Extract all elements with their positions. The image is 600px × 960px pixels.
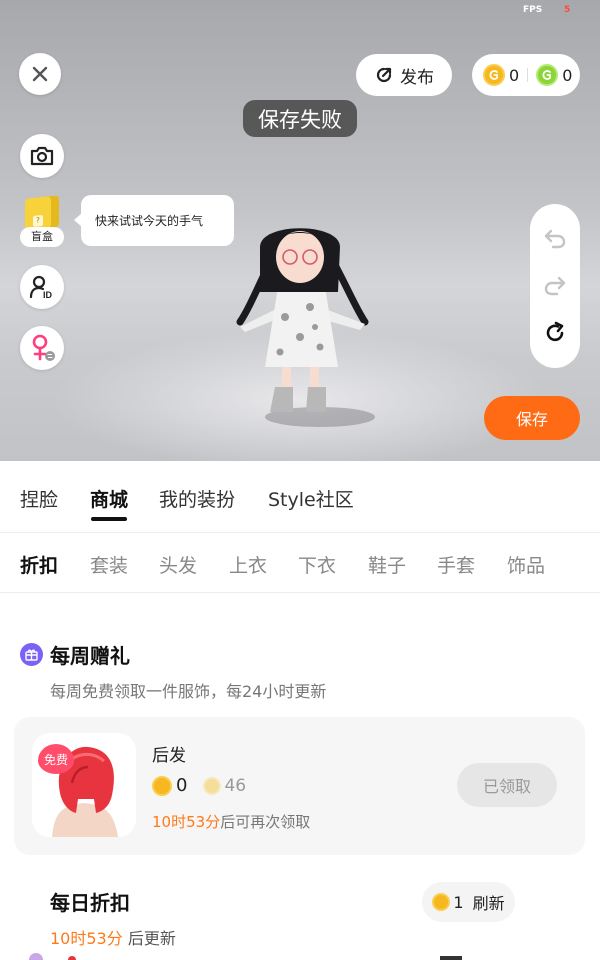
- mystery-box-button[interactable]: ? 盲盒: [20, 195, 66, 251]
- camera-icon: [30, 146, 54, 166]
- gold-coin-icon: [432, 893, 451, 911]
- refresh-cost: 1: [453, 892, 464, 912]
- avatar-model: [236, 228, 375, 427]
- avatar-id-button[interactable]: ID: [20, 265, 64, 309]
- tab-face[interactable]: 捏脸: [20, 485, 58, 512]
- tab-tops[interactable]: 上衣: [229, 551, 267, 578]
- item-thumbnail: 免费: [32, 733, 136, 837]
- item-preview-peek: [29, 953, 43, 960]
- daily-timer-value: 10时53分: [50, 929, 123, 948]
- svg-text:ID: ID: [43, 290, 53, 300]
- gift-icon: [20, 643, 43, 666]
- redo-icon[interactable]: [543, 274, 567, 296]
- tab-hair[interactable]: 头发: [159, 551, 197, 578]
- publish-button[interactable]: 发布: [356, 54, 452, 96]
- camera-button[interactable]: [20, 134, 64, 178]
- history-panel: [530, 204, 580, 368]
- fps-value: 5: [564, 5, 571, 15]
- tab-my-outfit[interactable]: 我的装扮: [159, 485, 235, 512]
- toast-message: 保存失败: [243, 100, 357, 137]
- publish-label: 发布: [400, 67, 434, 88]
- close-icon: [32, 66, 48, 82]
- green-coin-icon: [536, 64, 559, 86]
- mystery-box-label: 盲盒: [20, 227, 64, 247]
- free-badge: 免费: [38, 744, 74, 774]
- refresh-button[interactable]: 1 刷新: [422, 882, 515, 922]
- coin-divider: [527, 68, 529, 82]
- tab-style-community[interactable]: Style社区: [268, 485, 354, 512]
- mystery-box-icon: ?: [25, 195, 59, 231]
- avatar-stage[interactable]: FPS 5 发布 0 0 保存失败 ? 盲盒 快来试试今天的手气 ID 保存: [0, 0, 600, 461]
- daily-discount-title: 每日折扣: [50, 891, 130, 915]
- daily-discount-timer: 10时53分 后更新: [50, 925, 176, 949]
- green-coin-count: 0: [562, 65, 573, 85]
- undo-icon[interactable]: [543, 227, 567, 249]
- active-tab-indicator: [91, 517, 127, 521]
- save-button[interactable]: 保存: [484, 396, 580, 440]
- item-name: 后发: [152, 746, 186, 766]
- reset-icon[interactable]: [543, 321, 567, 345]
- item-price: 0 46: [152, 775, 246, 796]
- tab-shoes[interactable]: 鞋子: [368, 551, 406, 578]
- current-price: 0: [176, 775, 188, 796]
- claim-timer-value: 10时53分: [152, 813, 221, 831]
- female-icon: [32, 334, 55, 361]
- claim-timer-suffix: 后可再次领取: [220, 813, 311, 831]
- weekly-gift-card[interactable]: 免费 后发 0 46 10时53分后可再次领取 已领取: [14, 717, 585, 855]
- item-preview-peek: [440, 956, 462, 960]
- item-preview-peek: [68, 956, 76, 960]
- fps-label: FPS: [523, 5, 543, 15]
- refresh-label: 刷新: [472, 894, 505, 913]
- tab-accessories[interactable]: 饰品: [507, 551, 545, 578]
- user-id-icon: ID: [29, 275, 53, 300]
- mystery-box-tip: 快来试试今天的手气: [74, 195, 234, 246]
- daily-timer-suffix: 后更新: [122, 929, 176, 948]
- gold-coin-icon: [152, 775, 172, 796]
- tab-discount[interactable]: 折扣: [20, 551, 58, 578]
- gender-switch-button[interactable]: [20, 326, 64, 370]
- claimed-button[interactable]: 已领取: [457, 763, 557, 807]
- gold-coin-count: 0: [509, 65, 520, 85]
- publish-icon: [376, 67, 392, 83]
- tab-shop[interactable]: 商城: [90, 485, 128, 512]
- weekly-gift-subtitle: 每周免费领取一件服饰，每24小时更新: [50, 682, 327, 701]
- main-tab-bar: 捏脸 商城 我的装扮 Style社区: [0, 461, 600, 533]
- category-tab-bar: 折扣 套装 头发 上衣 下衣 鞋子 手套 饰品: [0, 533, 600, 593]
- claim-timer: 10时53分后可再次领取: [152, 811, 310, 832]
- tab-gloves[interactable]: 手套: [437, 551, 475, 578]
- tab-bottoms[interactable]: 下衣: [298, 551, 336, 578]
- close-button[interactable]: [19, 53, 61, 95]
- original-coin-icon: [203, 776, 222, 795]
- gold-coin-icon: [483, 64, 505, 86]
- original-price: 46: [224, 775, 247, 796]
- currency-balance[interactable]: 0 0: [472, 54, 580, 96]
- tab-sets[interactable]: 套装: [90, 551, 128, 578]
- weekly-gift-title: 每周赠礼: [50, 644, 130, 668]
